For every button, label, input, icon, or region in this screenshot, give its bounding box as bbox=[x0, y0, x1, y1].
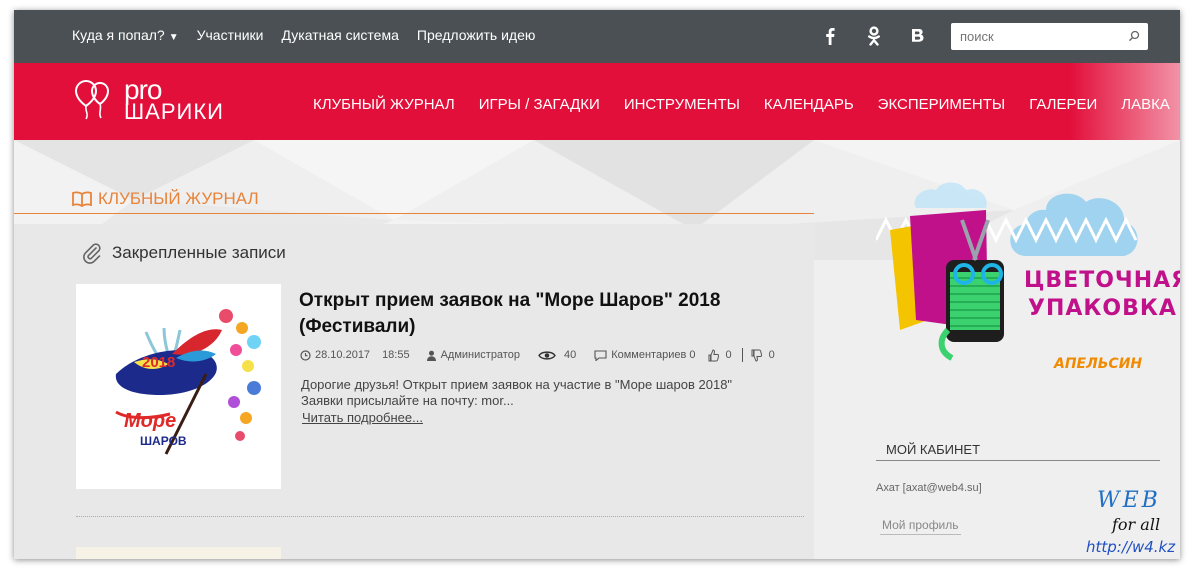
top-nav-item-suggest-idea[interactable]: Предложить идею bbox=[417, 27, 536, 43]
search-box bbox=[951, 23, 1148, 50]
thumbs-up-icon bbox=[708, 348, 719, 361]
main-header: pro ШАРИКИ КЛУБНЫЙ ЖУРНАЛ ИГРЫ / ЗАГАДКИ… bbox=[14, 63, 1180, 140]
post-excerpt: Дорогие друзья! Открыт прием заявок на у… bbox=[301, 377, 733, 408]
thumb-balloons: ШАРОВ bbox=[140, 434, 187, 448]
post-title[interactable]: Открыт прием заявок на "Море Шаров" 2018… bbox=[299, 288, 769, 340]
watermark-web: WEB bbox=[1097, 488, 1161, 513]
pinned-label: Закрепленные записи bbox=[112, 243, 286, 262]
top-nav-item-where-am-i[interactable]: Куда я попал? ▼ bbox=[72, 27, 179, 43]
like-count: 0 bbox=[725, 349, 732, 361]
eye-icon bbox=[538, 350, 556, 360]
post-author[interactable]: Администратор bbox=[426, 349, 520, 361]
thumb-sea: Море bbox=[124, 410, 177, 432]
section-title: КЛУБНЫЙ ЖУРНАЛ bbox=[72, 189, 259, 209]
browser-frame: Куда я попал? ▼ Участники Дукатная систем… bbox=[14, 10, 1180, 559]
user-icon bbox=[426, 350, 436, 361]
main-nav-games[interactable]: ИГРЫ / ЗАГАДКИ bbox=[479, 96, 600, 113]
thumb-year: 2018 bbox=[142, 354, 176, 371]
next-post-thumbnail[interactable] bbox=[76, 547, 281, 559]
paperclip-icon bbox=[83, 243, 101, 264]
festival-logo-image bbox=[115, 309, 261, 455]
post-datetime: 28.10.2017 18:55 bbox=[300, 349, 410, 361]
clock-icon bbox=[300, 349, 311, 361]
search-input[interactable] bbox=[951, 23, 1111, 50]
cabinet-title: МОЙ КАБИНЕТ bbox=[886, 442, 981, 457]
top-nav-item-ducat-system[interactable]: Дукатная система bbox=[282, 27, 399, 43]
search-icon[interactable] bbox=[1128, 29, 1140, 47]
facebook-icon[interactable] bbox=[820, 24, 840, 48]
post-comments[interactable]: Комментариев 0 bbox=[594, 349, 696, 361]
banner-line-1: ЦВЕТОЧНАЯ bbox=[1024, 268, 1180, 293]
post-views-count: 40 bbox=[563, 349, 577, 361]
main-nav-calendar[interactable]: КАЛЕНДАРЬ bbox=[764, 96, 854, 113]
top-nav: Куда я попал? ▼ Участники Дукатная систем… bbox=[72, 27, 535, 43]
watermark-url: http://w4.kz bbox=[1086, 538, 1176, 556]
cabinet-user: Ахат [axat@web4.su] bbox=[876, 482, 982, 494]
main-nav-experiments[interactable]: ЭКСПЕРИМЕНТЫ bbox=[878, 96, 1006, 113]
banner-line-2: УПАКОВКА bbox=[1028, 296, 1177, 321]
post-author-name: Администратор bbox=[440, 349, 520, 361]
book-icon bbox=[72, 191, 92, 207]
sidebar-banner[interactable]: ЦВЕТОЧНАЯ УПАКОВКА АПЕЛЬСИН bbox=[874, 180, 1180, 380]
logo-line-2: ШАРИКИ bbox=[124, 99, 224, 124]
watermark-for-all: for all bbox=[1112, 515, 1161, 534]
main-nav: КЛУБНЫЙ ЖУРНАЛ ИГРЫ / ЗАГАДКИ ИНСТРУМЕНТ… bbox=[313, 96, 1170, 113]
pinned-heading: Закрепленные записи bbox=[82, 242, 286, 264]
banner-brand: АПЕЛЬСИН bbox=[1054, 356, 1143, 372]
vk-icon[interactable] bbox=[908, 24, 928, 48]
caret-down-icon: ▼ bbox=[168, 32, 179, 43]
post-thumbnail[interactable]: 2018 Море ШАРОВ bbox=[76, 284, 281, 489]
like-button[interactable]: 0 bbox=[708, 348, 732, 362]
top-nav-item-members[interactable]: Участники bbox=[197, 27, 264, 43]
main-nav-shop[interactable]: ЛАВКА bbox=[1121, 96, 1170, 113]
post-comments-count: Комментариев 0 bbox=[611, 349, 696, 361]
section-title-text: КЛУБНЫЙ ЖУРНАЛ bbox=[98, 189, 259, 208]
comment-icon bbox=[594, 349, 607, 361]
post-date: 28.10.2017 bbox=[315, 349, 371, 361]
top-bar: Куда я попал? ▼ Участники Дукатная систем… bbox=[14, 10, 1180, 63]
meta-separator bbox=[741, 348, 743, 362]
post-time: 18:55 bbox=[382, 349, 410, 361]
logo-line-1: pro bbox=[124, 74, 162, 105]
main-nav-tools[interactable]: ИНСТРУМЕНТЫ bbox=[624, 96, 740, 113]
cabinet-divider bbox=[876, 460, 1160, 461]
main-nav-galleries[interactable]: ГАЛЕРЕИ bbox=[1029, 96, 1097, 113]
post-views: 40 bbox=[538, 349, 576, 361]
social-links bbox=[820, 24, 928, 48]
post-divider bbox=[76, 516, 804, 517]
logo-text: pro ШАРИКИ bbox=[124, 74, 224, 124]
odnoklassniki-icon[interactable] bbox=[864, 24, 884, 48]
site-logo[interactable]: pro ШАРИКИ bbox=[72, 74, 224, 125]
read-more-link[interactable]: Читать подробнее... bbox=[302, 410, 423, 425]
dislike-button[interactable]: 0 bbox=[751, 349, 775, 362]
main-nav-club-journal[interactable]: КЛУБНЫЙ ЖУРНАЛ bbox=[313, 96, 455, 113]
post-meta: 28.10.2017 18:55 Администратор 40 Коммен… bbox=[300, 348, 775, 362]
my-profile-link[interactable]: Мой профиль bbox=[880, 518, 961, 535]
thumbs-down-icon bbox=[751, 349, 762, 362]
dislike-count: 0 bbox=[768, 349, 775, 361]
balloons-icon bbox=[74, 79, 110, 120]
section-divider bbox=[14, 213, 814, 214]
